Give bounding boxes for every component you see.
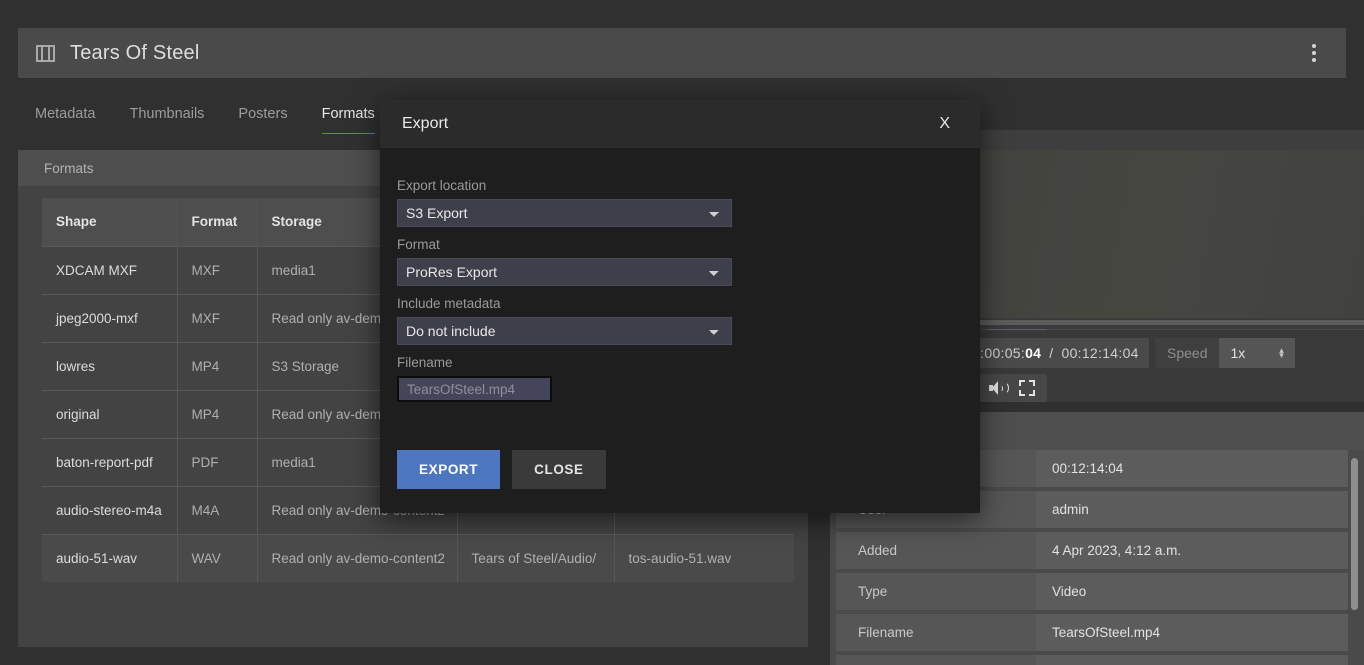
format-select[interactable]: ProRes Export (397, 258, 732, 286)
close-button[interactable]: CLOSE (512, 450, 606, 489)
app-root: Tears Of Steel Metadata Thumbnails Poste… (0, 0, 1364, 665)
field-export-location: Export location S3 Export (397, 178, 963, 227)
filename-label: Filename (397, 355, 453, 370)
export-dialog: Export X Export location S3 Export Forma… (380, 100, 980, 513)
dialog-header: Export X (380, 100, 980, 148)
filename-input[interactable] (397, 376, 552, 402)
include-metadata-select[interactable]: Do not include (397, 317, 732, 345)
field-format: Format ProRes Export (397, 237, 963, 286)
dialog-actions: EXPORT CLOSE (380, 412, 980, 489)
dialog-body: Export location S3 Export Format ProRes … (380, 148, 980, 402)
export-location-select[interactable]: S3 Export (397, 199, 732, 227)
field-filename: Filename (397, 355, 963, 402)
export-button[interactable]: EXPORT (397, 450, 501, 489)
export-location-label: Export location (397, 178, 487, 193)
include-metadata-label: Include metadata (397, 296, 501, 311)
close-icon[interactable]: X (931, 111, 958, 137)
format-label: Format (397, 237, 440, 252)
field-include-metadata: Include metadata Do not include (397, 296, 963, 345)
dialog-title: Export (402, 115, 449, 132)
